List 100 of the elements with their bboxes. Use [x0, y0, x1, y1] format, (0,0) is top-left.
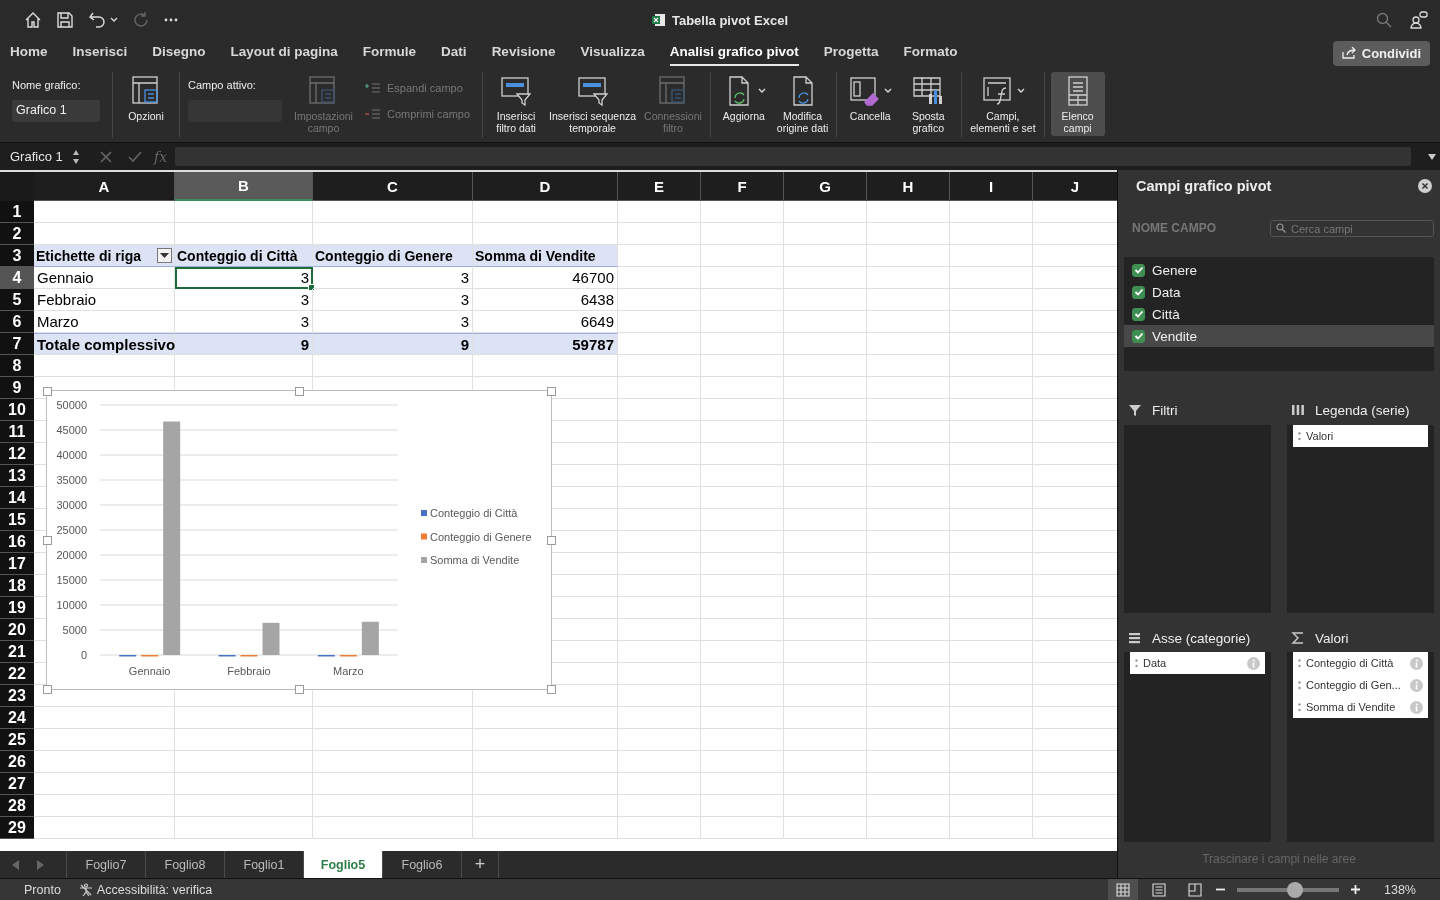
row-header[interactable]: 1 [0, 201, 34, 223]
ribbon-tab[interactable]: Inserisci [72, 39, 128, 67]
column-header[interactable]: J [1033, 172, 1117, 201]
table-header-cell[interactable]: Etichette di riga [34, 245, 175, 267]
row-header[interactable]: 23 [0, 685, 34, 707]
row-header[interactable]: 25 [0, 729, 34, 751]
zoom-in-icon[interactable] [1351, 885, 1360, 894]
column-header[interactable]: G [784, 172, 867, 201]
row-header[interactable]: 14 [0, 487, 34, 509]
row-header[interactable]: 17 [0, 553, 34, 575]
ribbon-tab[interactable]: Progetta [823, 39, 879, 67]
checkbox[interactable] [1132, 263, 1145, 277]
ribbon-tab[interactable]: Visualizza [580, 39, 645, 67]
slider-thumb[interactable] [1287, 881, 1304, 898]
checkbox[interactable] [1132, 329, 1145, 343]
drop-area[interactable]: Conteggio di Città Conteggio di Gen... Somma di Vendite [1287, 652, 1434, 842]
field-list-item[interactable]: Vendite [1124, 325, 1434, 347]
accessibility-icon[interactable] [78, 882, 93, 897]
row-header[interactable]: 8 [0, 355, 34, 377]
redo-icon[interactable] [132, 11, 150, 29]
area-field-item[interactable]: Somma di Vendite [1293, 696, 1428, 718]
area-field-item[interactable]: Conteggio di Città [1293, 652, 1428, 674]
next-sheet-icon[interactable] [36, 859, 44, 870]
previous-sheet-icon[interactable] [12, 859, 20, 870]
caret-icon[interactable] [110, 17, 118, 23]
search-field[interactable]: Cerca campi [1270, 220, 1434, 238]
drag-handle-icon[interactable] [1298, 702, 1301, 712]
search-icon[interactable] [1376, 12, 1392, 28]
column-header[interactable]: F [701, 172, 784, 201]
row-header[interactable]: 21 [0, 641, 34, 663]
ribbon-button[interactable]: Aggiorna [716, 72, 771, 136]
row-header[interactable]: 2 [0, 223, 34, 245]
row-header[interactable]: 22 [0, 663, 34, 685]
bar[interactable] [262, 622, 280, 655]
field-list-item[interactable]: Città [1124, 303, 1434, 325]
row-header[interactable]: 26 [0, 751, 34, 773]
row-header[interactable]: 3 [0, 245, 34, 267]
field-list-item[interactable]: Data [1124, 281, 1434, 303]
area-field-item[interactable]: Data [1130, 652, 1265, 674]
row-header[interactable]: 13 [0, 465, 34, 487]
more-icon[interactable] [164, 18, 178, 22]
area-field-item[interactable]: Conteggio di Gen... [1293, 674, 1428, 696]
column-header[interactable]: E [618, 172, 701, 201]
row-header[interactable]: 19 [0, 597, 34, 619]
ribbon-button[interactable]: Inserisci sequenza temporale [547, 72, 639, 136]
ribbon-button[interactable]: Opzioni [119, 72, 173, 136]
row-header[interactable]: 20 [0, 619, 34, 641]
bar[interactable] [361, 621, 379, 655]
row-header[interactable]: 10 [0, 399, 34, 421]
checkbox[interactable] [1132, 307, 1145, 321]
ribbon-tab[interactable]: Revisione [491, 39, 556, 67]
cancel-icon[interactable] [100, 150, 112, 163]
people-icon[interactable] [1410, 11, 1428, 29]
row-header[interactable]: 28 [0, 795, 34, 817]
checkbox[interactable] [1132, 285, 1145, 299]
name-box[interactable]: Grafico 1 [0, 144, 84, 169]
text-field[interactable]: Grafico 1 [12, 100, 100, 122]
ribbon-tab[interactable]: Home [10, 39, 48, 67]
column-header[interactable]: H [867, 172, 950, 201]
row-header[interactable]: 16 [0, 531, 34, 553]
row-header[interactable]: 12 [0, 443, 34, 465]
ribbon-button[interactable]: Campi, elementi e set [968, 72, 1038, 136]
undo-icon[interactable] [88, 11, 106, 29]
drop-area[interactable]: Data [1124, 652, 1271, 842]
row-header[interactable]: 29 [0, 817, 34, 839]
ribbon-tab[interactable]: Dati [441, 39, 467, 67]
close-icon[interactable] [1418, 179, 1432, 193]
home-icon[interactable] [24, 11, 42, 29]
drop-area[interactable]: Valori [1287, 425, 1434, 613]
dropdown-icon[interactable] [1427, 152, 1437, 161]
filter-dropdown-icon[interactable] [157, 248, 172, 263]
ribbon-button[interactable]: Sposta grafico [901, 72, 956, 136]
confirm-icon[interactable] [128, 150, 142, 163]
column-header[interactable]: A [34, 172, 175, 201]
area-field-item[interactable]: Valori [1293, 425, 1428, 447]
ribbon-button[interactable]: Modifica origine dati [774, 72, 831, 136]
row-header[interactable]: 4 [0, 267, 34, 289]
ribbon-tab[interactable]: Formato [903, 39, 958, 67]
sheet-tab[interactable]: Foglio5 [303, 851, 382, 878]
column-header[interactable]: B [175, 172, 313, 201]
row-header[interactable]: 6 [0, 311, 34, 333]
normal-view-button[interactable] [1108, 879, 1138, 900]
drag-handle-icon[interactable] [1298, 680, 1301, 690]
column-header[interactable]: C [313, 172, 473, 201]
accessibility-status[interactable]: Accessibilità: verifica [96, 882, 213, 897]
row-header[interactable]: 5 [0, 289, 34, 311]
ribbon-button[interactable]: Inserisci filtro dati [489, 72, 544, 136]
drag-handle-icon[interactable] [1135, 658, 1138, 668]
row-header[interactable]: 15 [0, 509, 34, 531]
drag-handle-icon[interactable] [1298, 431, 1301, 441]
row-header[interactable]: 18 [0, 575, 34, 597]
ribbon-button[interactable]: Cancella [843, 72, 898, 136]
row-header[interactable]: 9 [0, 377, 34, 399]
column-header[interactable]: D [473, 172, 618, 201]
share-button[interactable]: Condividi [1332, 40, 1430, 66]
row-header[interactable]: 24 [0, 707, 34, 729]
ribbon-tab[interactable]: Layout di pagina [230, 39, 338, 67]
field-list-item[interactable]: Genere [1124, 259, 1434, 281]
ribbon-tab[interactable]: Disegno [152, 39, 206, 67]
row-header[interactable]: 27 [0, 773, 34, 795]
